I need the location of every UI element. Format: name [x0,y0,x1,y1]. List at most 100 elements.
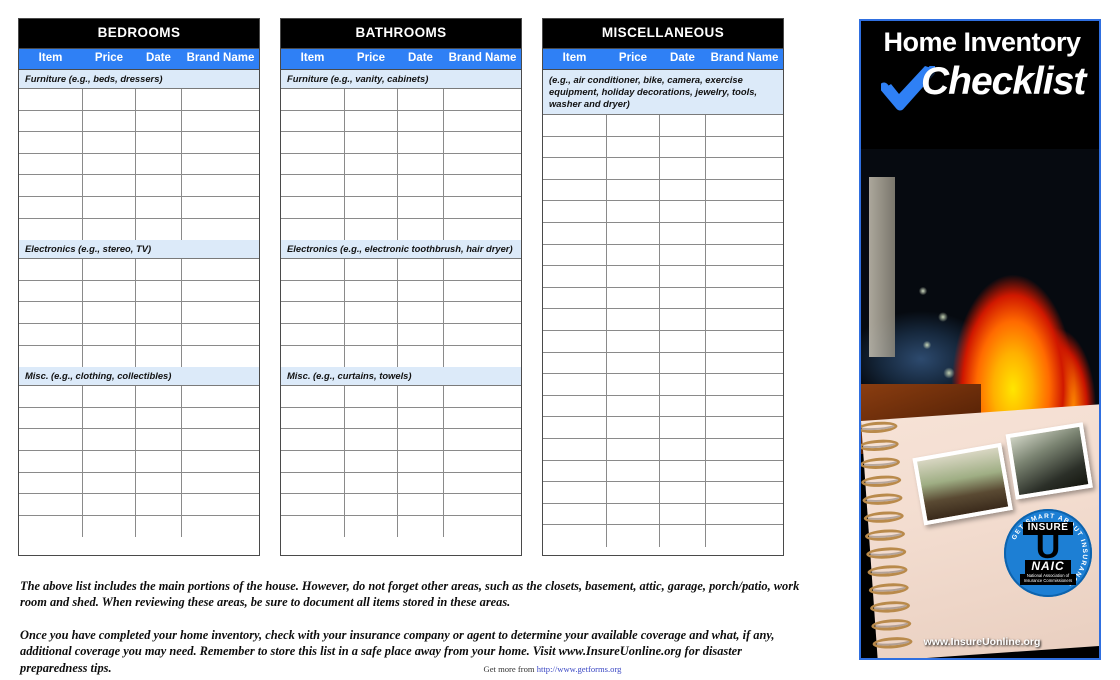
cell-brand-name[interactable] [444,154,521,175]
cell-brand-name[interactable] [182,494,259,515]
cell-price[interactable] [607,244,660,266]
cell-item[interactable] [281,175,345,196]
cell-item[interactable] [543,223,607,244]
cell-item[interactable] [19,345,83,368]
cell-brand-name[interactable] [706,504,783,525]
cell-date[interactable] [136,494,182,515]
cell-price[interactable] [607,266,660,287]
cell-price[interactable] [345,110,398,132]
cell-price[interactable] [345,345,398,368]
cell-date[interactable] [660,352,706,374]
cell-item[interactable] [543,244,607,266]
table-row[interactable] [543,374,783,396]
cell-price[interactable] [83,175,136,196]
cell-date[interactable] [136,407,182,429]
cell-brand-name[interactable] [706,417,783,438]
cell-item[interactable] [281,259,345,280]
cell-brand-name[interactable] [182,516,259,538]
cell-date[interactable] [660,244,706,266]
cell-price[interactable] [83,302,136,323]
table-row[interactable] [281,451,521,473]
table-row[interactable] [281,324,521,346]
cell-price[interactable] [607,331,660,352]
cell-date[interactable] [398,132,444,153]
table-row[interactable] [543,266,783,288]
cell-item[interactable] [543,115,607,136]
table-row[interactable] [19,153,259,176]
cell-brand-name[interactable] [706,439,783,460]
cell-brand-name[interactable] [182,324,259,345]
cell-date[interactable] [398,429,444,450]
cell-price[interactable] [607,158,660,179]
table-row[interactable] [281,218,521,241]
cell-brand-name[interactable] [706,201,783,222]
table-row[interactable] [543,352,783,375]
cell-item[interactable] [19,259,83,280]
cell-brand-name[interactable] [706,482,783,503]
cell-date[interactable] [660,266,706,287]
cell-price[interactable] [607,179,660,201]
cell-price[interactable] [83,451,136,472]
cell-item[interactable] [543,331,607,352]
cell-date[interactable] [660,223,706,244]
cell-date[interactable] [660,439,706,460]
cell-item[interactable] [19,197,83,218]
table-row[interactable] [543,417,783,439]
cell-item[interactable] [19,324,83,345]
cell-date[interactable] [136,280,182,302]
cell-date[interactable] [660,503,706,525]
cell-item[interactable] [281,345,345,368]
cell-date[interactable] [660,460,706,482]
cell-date[interactable] [660,158,706,179]
cell-item[interactable] [281,153,345,175]
cell-date[interactable] [136,132,182,153]
cell-brand-name[interactable] [444,473,521,494]
cell-price[interactable] [345,132,398,153]
cell-item[interactable] [281,280,345,302]
cell-price[interactable] [607,223,660,244]
table-row[interactable] [19,89,259,111]
cell-price[interactable] [345,494,398,515]
cell-price[interactable] [345,429,398,450]
cell-brand-name[interactable] [706,288,783,309]
table-row[interactable] [19,345,259,368]
cell-price[interactable] [607,482,660,503]
cell-price[interactable] [83,515,136,538]
cell-date[interactable] [398,153,444,175]
cell-item[interactable] [543,525,607,547]
cell-price[interactable] [345,407,398,429]
table-row[interactable] [543,244,783,267]
cell-item[interactable] [19,153,83,175]
cell-brand-name[interactable] [182,346,259,368]
cell-price[interactable] [607,417,660,438]
cell-price[interactable] [83,153,136,175]
table-row[interactable] [19,494,259,516]
cell-brand-name[interactable] [444,197,521,218]
cell-date[interactable] [398,407,444,429]
cell-date[interactable] [660,525,706,547]
table-row[interactable] [281,429,521,451]
cell-brand-name[interactable] [182,302,259,323]
table-row[interactable] [281,515,521,538]
cell-brand-name[interactable] [182,89,259,110]
cell-item[interactable] [281,386,345,407]
cell-item[interactable] [19,280,83,302]
cell-date[interactable] [398,259,444,280]
cell-item[interactable] [281,110,345,132]
cell-brand-name[interactable] [706,245,783,266]
table-row[interactable] [19,324,259,346]
cell-price[interactable] [83,386,136,407]
cell-price[interactable] [345,175,398,196]
table-row[interactable] [19,110,259,133]
table-row[interactable] [19,472,259,495]
cell-price[interactable] [607,460,660,482]
cell-brand-name[interactable] [444,111,521,132]
cell-date[interactable] [136,110,182,132]
cell-item[interactable] [543,417,607,438]
cell-date[interactable] [398,218,444,241]
cell-price[interactable] [345,197,398,218]
table-row[interactable] [543,309,783,332]
table-row[interactable] [543,287,783,310]
cell-date[interactable] [660,287,706,309]
cell-price[interactable] [345,451,398,472]
